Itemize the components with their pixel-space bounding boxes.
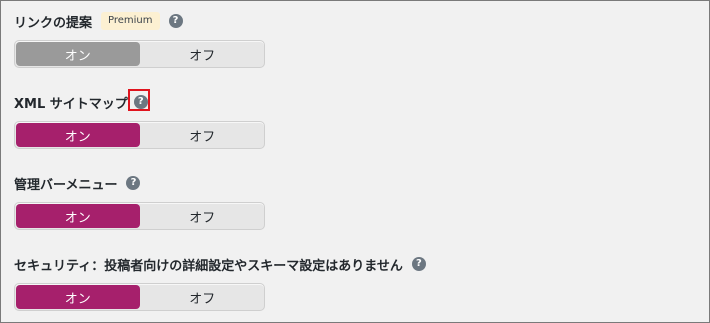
on-off-toggle[interactable]: オン オフ xyxy=(14,40,265,68)
setting-title: リンクの提案 xyxy=(14,15,93,31)
setting-title-row: セキュリティ：投稿者向けの詳細設定やスキーマ設定はありません ? xyxy=(14,254,426,274)
help-icon[interactable]: ? xyxy=(126,176,141,190)
toggle-on-option[interactable]: オン xyxy=(16,123,140,147)
setting-title-row: 管理バーメニュー ? xyxy=(14,173,265,193)
help-icon[interactable]: ? xyxy=(411,257,426,271)
setting-title: セキュリティ：投稿者向けの詳細設定やスキーマ設定はありません xyxy=(14,258,403,274)
setting-title: XML サイトマップ xyxy=(14,96,128,112)
toggle-off-option[interactable]: オフ xyxy=(141,203,265,229)
setting-title-row: XML サイトマップ ? xyxy=(14,89,265,112)
premium-badge: Premium xyxy=(101,12,160,30)
toggle-on-option[interactable]: オン xyxy=(16,42,140,66)
setting-security: セキュリティ：投稿者向けの詳細設定やスキーマ設定はありません ? オン オフ xyxy=(14,254,426,311)
settings-panel: リンクの提案 Premium ? オン オフ XML サイトマップ ? オン オ… xyxy=(0,0,710,323)
toggle-on-option[interactable]: オン xyxy=(16,204,140,228)
toggle-off-option[interactable]: オフ xyxy=(141,122,265,148)
help-icon[interactable]: ? xyxy=(168,14,183,28)
toggle-off-option[interactable]: オフ xyxy=(141,284,265,310)
setting-link-suggestions: リンクの提案 Premium ? オン オフ xyxy=(14,11,265,68)
on-off-toggle[interactable]: オン オフ xyxy=(14,202,265,230)
setting-xml-sitemap: XML サイトマップ ? オン オフ xyxy=(14,89,265,149)
on-off-toggle[interactable]: オン オフ xyxy=(14,283,265,311)
setting-title-row: リンクの提案 Premium ? xyxy=(14,11,265,31)
help-icon-wrapper[interactable]: ? xyxy=(127,89,150,111)
toggle-on-option[interactable]: オン xyxy=(16,285,140,309)
setting-title: 管理バーメニュー xyxy=(14,177,118,193)
highlight-box xyxy=(127,89,150,111)
setting-admin-bar-menu: 管理バーメニュー ? オン オフ xyxy=(14,173,265,230)
on-off-toggle[interactable]: オン オフ xyxy=(14,121,265,149)
toggle-off-option[interactable]: オフ xyxy=(141,41,265,67)
